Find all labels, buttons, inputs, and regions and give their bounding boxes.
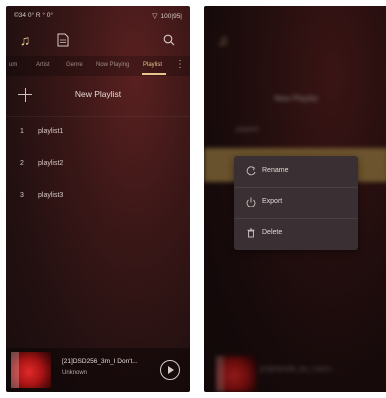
trash-icon: [246, 228, 256, 238]
menu-label: Export: [262, 198, 283, 205]
playlist-number: 1: [20, 128, 24, 135]
playlist-row[interactable]: 2 playlist2: [6, 148, 190, 180]
new-playlist-row[interactable]: New Playlist: [6, 84, 190, 117]
battery-text: 100|95|: [160, 13, 182, 20]
new-playlist-label: New Playlist: [74, 89, 122, 99]
category-tabs: um Artist Genre Now Playing Playlist ⋮: [6, 56, 190, 76]
document-icon[interactable]: [54, 31, 72, 49]
search-icon[interactable]: [160, 31, 178, 49]
export-icon: [246, 197, 256, 208]
playlist-row[interactable]: 1 playlist1: [6, 116, 190, 148]
playlist-number: 2: [20, 160, 24, 167]
status-right: ▽ 100|95|: [152, 12, 182, 20]
track-title: [21]DSD256_3m_I Don't...: [62, 358, 138, 365]
active-tab-indicator: [142, 73, 166, 75]
album-art[interactable]: [11, 352, 51, 388]
playlist-name: playlist3: [38, 192, 64, 199]
wifi-icon: ▽: [152, 13, 158, 20]
menu-item-rename[interactable]: Rename: [234, 156, 358, 188]
tab-album[interactable]: um: [9, 62, 17, 68]
status-left: ©34 0° R ° 0°: [14, 12, 53, 19]
right-screen: ♫ New Playlist playlist1 [21]DSD256_3m_I…: [204, 6, 386, 392]
top-toolbar: ♫: [6, 26, 190, 56]
more-vertical-icon[interactable]: ⋮: [175, 59, 185, 70]
menu-label: Delete: [262, 229, 283, 236]
playlist-row[interactable]: 3 playlist3: [6, 180, 190, 212]
left-screen: ©34 0° R ° 0° ▽ 100|95| ♫ um Artist Genre…: [6, 6, 190, 392]
play-icon[interactable]: [160, 360, 180, 380]
menu-label: Rename: [262, 167, 289, 174]
status-bar: ©34 0° R ° 0° ▽ 100|95|: [6, 6, 190, 26]
tab-playlist[interactable]: Playlist: [143, 62, 162, 68]
music-note-icon[interactable]: ♫: [16, 31, 34, 49]
playlist-name: playlist1: [38, 128, 64, 135]
track-artist: Unknown: [62, 370, 88, 376]
playlist-number: 3: [20, 192, 24, 199]
menu-item-delete[interactable]: Delete: [234, 218, 358, 249]
mini-player[interactable]: [21]DSD256_3m_I Don't... Unknown: [6, 348, 190, 392]
rename-icon: [246, 166, 256, 176]
tab-genre[interactable]: Genre: [66, 62, 83, 68]
playlist-name: playlist2: [38, 160, 64, 167]
tab-now-playing[interactable]: Now Playing: [96, 62, 129, 68]
tab-artist[interactable]: Artist: [36, 62, 50, 68]
context-menu: Rename Export Delete: [234, 156, 358, 250]
menu-item-export[interactable]: Export: [234, 187, 358, 219]
